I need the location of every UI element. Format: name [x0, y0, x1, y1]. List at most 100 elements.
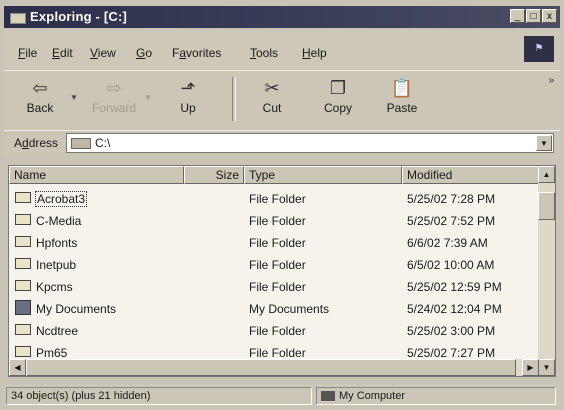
forward-arrow-icon: ⇨	[106, 78, 122, 98]
address-label: Address	[14, 136, 58, 150]
menu-go-accel: G	[136, 46, 146, 60]
paste-clipboard-icon: 📋	[390, 78, 414, 98]
file-list[interactable]: Name Size Type Modified Acrobat3 File Fo…	[8, 165, 556, 377]
folder-icon	[15, 324, 31, 335]
menu-help[interactable]: Help	[302, 46, 327, 60]
vertical-scroll-thumb[interactable]	[538, 192, 555, 220]
file-row[interactable]: Inetpub File Folder 6/5/02 10:00 AM	[9, 254, 539, 276]
menu-favorites[interactable]: Favorites	[172, 46, 221, 60]
column-header-type[interactable]: Type	[244, 166, 402, 184]
status-object-count: 34 object(s) (plus 21 hidden)	[6, 387, 312, 405]
forward-dropdown-icon[interactable]: ▼	[144, 93, 152, 102]
title-bar[interactable]: Exploring - [C:] _ □ x	[4, 6, 560, 28]
file-modified: 6/6/02 7:39 AM	[407, 236, 488, 250]
status-bar: 34 object(s) (plus 21 hidden) My Compute…	[4, 384, 560, 406]
toolbar-chevron[interactable]: »	[548, 75, 554, 86]
menu-file-label: ile	[25, 46, 38, 60]
scissors-icon: ✂	[264, 78, 280, 98]
menu-file[interactable]: File	[18, 46, 37, 60]
up-label: Up	[180, 101, 196, 115]
forward-button[interactable]: ⇨ Forward	[88, 73, 140, 125]
folder-icon	[15, 214, 31, 225]
file-modified: 5/25/02 7:52 PM	[407, 214, 496, 228]
file-row[interactable]: Acrobat3 File Folder 5/25/02 7:28 PM	[9, 188, 539, 210]
cut-button[interactable]: ✂ Cut	[246, 73, 298, 125]
file-type: File Folder	[249, 280, 306, 294]
my-computer-icon	[321, 391, 335, 402]
file-name: Inetpub	[36, 258, 77, 272]
file-row[interactable]: Ncdtree File Folder 5/25/02 3:00 PM	[9, 320, 539, 342]
copy-icon: ❐	[329, 78, 347, 98]
file-modified: 6/5/02 10:00 AM	[407, 258, 495, 272]
menu-view-label: iew	[97, 46, 116, 60]
file-name: Hpfonts	[36, 236, 78, 250]
close-button[interactable]: x	[542, 9, 557, 23]
back-dropdown-icon[interactable]: ▼	[70, 93, 78, 102]
file-row[interactable]: My Documents My Documents 5/24/02 12:04 …	[9, 298, 539, 320]
file-row[interactable]: Hpfonts File Folder 6/6/02 7:39 AM	[9, 232, 539, 254]
vertical-scrollbar[interactable]: ▲ ▼	[538, 166, 555, 376]
column-header-row: Name Size Type Modified	[9, 166, 539, 184]
file-row[interactable]: C-Media File Folder 5/25/02 7:52 PM	[9, 210, 539, 232]
address-label-rest: dress	[28, 136, 59, 150]
copy-label: Copy	[323, 101, 352, 115]
address-value: C:\	[95, 136, 111, 150]
column-header-size[interactable]: Size	[184, 166, 244, 184]
file-modified: 5/25/02 3:00 PM	[407, 324, 496, 338]
menu-edit[interactable]: Edit	[52, 46, 73, 60]
file-name: My Documents	[36, 302, 117, 316]
file-modified: 5/24/02 12:04 PM	[407, 302, 502, 316]
file-type: File Folder	[249, 324, 306, 338]
status-location-label: My Computer	[339, 390, 406, 402]
menu-edit-label: dit	[60, 46, 73, 60]
file-type: File Folder	[249, 236, 306, 250]
explorer-window-icon[interactable]	[10, 13, 26, 24]
address-bar: Address C:\ ▼	[4, 130, 560, 157]
file-row[interactable]: Kpcms File Folder 5/25/02 12:59 PM	[9, 276, 539, 298]
menu-help-accel: H	[302, 46, 311, 60]
cut-label: Cut	[262, 101, 282, 115]
paste-label: Paste	[386, 101, 418, 115]
maximize-button[interactable]: □	[526, 9, 541, 23]
file-type: File Folder	[249, 258, 306, 272]
file-name: Pm65	[36, 346, 68, 360]
folder-icon	[15, 280, 31, 291]
file-name: C-Media	[36, 214, 82, 228]
column-header-name[interactable]: Name	[9, 166, 184, 184]
file-modified: 5/25/02 7:28 PM	[407, 192, 496, 206]
horizontal-scrollbar[interactable]: ◀ ▶	[9, 359, 539, 376]
back-label: Back	[26, 101, 54, 115]
file-type: My Documents	[249, 302, 330, 316]
menu-tools[interactable]: Tools	[250, 46, 278, 60]
file-name: Ncdtree	[36, 324, 79, 338]
column-header-modified[interactable]: Modified	[402, 166, 539, 184]
horizontal-scroll-thumb[interactable]	[26, 359, 516, 376]
menu-favorites-label: vorites	[186, 46, 222, 60]
menu-view-accel: V	[90, 46, 98, 60]
my-documents-icon	[15, 300, 31, 315]
address-dropdown-button[interactable]: ▼	[536, 135, 552, 151]
menu-view[interactable]: View	[90, 46, 116, 60]
minimize-button[interactable]: _	[510, 9, 525, 23]
file-type: File Folder	[249, 192, 306, 206]
paste-button[interactable]: 📋 Paste	[376, 73, 428, 125]
copy-button[interactable]: ❐ Copy	[312, 73, 364, 125]
toolbar-separator	[232, 77, 236, 121]
scroll-up-button[interactable]: ▲	[538, 166, 555, 183]
back-button[interactable]: ⇦ Back	[14, 73, 66, 125]
window-title: Exploring - [C:]	[30, 9, 128, 24]
file-modified: 5/25/02 7:27 PM	[407, 346, 496, 360]
address-label-pre: A	[14, 136, 23, 150]
menu-bar: File Edit View Go Favorites Tools Help ⚑	[4, 30, 560, 68]
file-type: File Folder	[249, 214, 306, 228]
windows-logo-throbber: ⚑	[524, 36, 554, 62]
scroll-down-button[interactable]: ▼	[538, 359, 555, 376]
menu-go[interactable]: Go	[136, 46, 152, 60]
menu-help-label: elp	[310, 46, 327, 60]
scroll-left-button[interactable]: ◀	[9, 359, 26, 376]
scroll-right-button[interactable]: ▶	[522, 359, 539, 376]
forward-label: Forward	[91, 101, 136, 115]
file-type: File Folder	[249, 346, 306, 360]
up-button[interactable]: ⬏ Up	[162, 73, 214, 125]
address-input[interactable]: C:\ ▼	[66, 133, 554, 153]
